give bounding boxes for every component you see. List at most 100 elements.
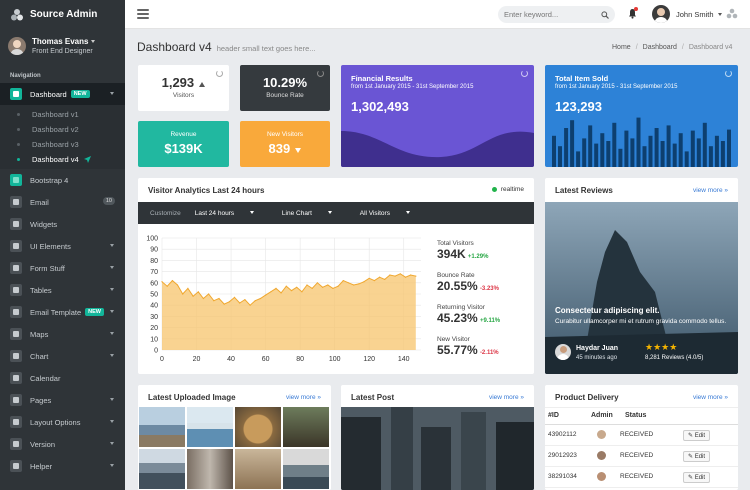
edit-button[interactable]: ✎ Edit [683, 472, 711, 483]
review-headline: Consectetur adipiscing elit. [555, 306, 660, 315]
sidebar-item-helper[interactable]: Helper [0, 455, 125, 477]
refresh-icon[interactable] [521, 70, 528, 77]
dropdown-label: Last 24 hours [194, 209, 235, 217]
sold-bar [702, 122, 707, 167]
reviews-title: Latest Reviews [555, 186, 613, 195]
sidebar-item-tables[interactable]: Tables [0, 279, 125, 301]
refresh-icon[interactable] [725, 70, 732, 77]
view-more-link[interactable]: view more » [489, 394, 524, 401]
sidebar-item-bootstrap[interactable]: Bootstrap 4 [0, 169, 125, 191]
data-point [389, 274, 391, 276]
data-point [218, 297, 220, 300]
star-icon: ★ [645, 342, 654, 352]
image-thumbnail[interactable] [283, 407, 329, 447]
search-box [498, 6, 615, 23]
image-thumbnail[interactable] [139, 449, 185, 489]
view-more-link[interactable]: view more » [693, 394, 728, 401]
sold-bar [684, 151, 689, 167]
sidebar-subitem-dashboard-v3[interactable]: Dashboard v3 [0, 137, 125, 152]
y-tick-label: 0 [154, 348, 158, 355]
envelope-icon [10, 196, 22, 208]
view-more-link[interactable]: view more » [693, 187, 728, 194]
sidebar-subitem-dashboard-v2[interactable]: Dashboard v2 [0, 122, 125, 137]
dropdown-label: All Visitors [359, 209, 390, 217]
count-badge: 10 [102, 197, 115, 205]
financial-period: from 1st January 2015 - 31st September 2… [351, 84, 474, 90]
sold-bar [558, 146, 562, 167]
app-name: Source Admin [30, 9, 98, 20]
post-photo[interactable] [341, 407, 534, 490]
row-status: RECEIVED [620, 452, 654, 459]
chevron-down-icon [717, 13, 722, 16]
image-thumbnail[interactable] [187, 407, 233, 447]
brand[interactable]: Source Admin [0, 0, 125, 29]
visitor-filter-dropdown[interactable]: All Visitors [360, 210, 424, 217]
sidebar-item-label: Helper [30, 461, 53, 471]
visitor-area-chart: 0 10 20 30 40 50 60 70 80 90 100 0 20 40 60 80 100 120 140 [146, 236, 421, 363]
sold-bar [642, 146, 647, 167]
user-menu[interactable]: John Smith [676, 10, 722, 19]
search-icon[interactable] [601, 10, 609, 19]
menu-toggle-icon[interactable] [137, 9, 149, 19]
image-thumbnail[interactable] [235, 407, 281, 447]
sidebar-item-calendar[interactable]: Calendar [0, 367, 125, 389]
delivery-title: Product Delivery [555, 393, 619, 402]
new-visitors-value: 839 [268, 141, 291, 156]
timeframe-dropdown[interactable]: Last 24 hours [195, 210, 268, 217]
dashboard-submenu: Dashboard v1 Dashboard v2 Dashboard v3 D… [0, 105, 125, 169]
edit-button[interactable]: ✎ Edit [683, 451, 711, 462]
sold-bar [624, 130, 629, 167]
data-point [265, 294, 267, 296]
data-point [171, 280, 173, 282]
edit-button[interactable]: ✎ Edit [683, 430, 711, 441]
sidebar-item-form-stuff[interactable]: Form Stuff [0, 257, 125, 279]
settings-icon[interactable] [726, 8, 738, 20]
sidebar-item-maps[interactable]: Maps [0, 323, 125, 345]
star-icon: ★ [669, 342, 678, 352]
refresh-icon[interactable] [317, 70, 324, 77]
sold-bar [714, 135, 719, 167]
sidebar-item-chart[interactable]: Chart [0, 345, 125, 367]
sidebar-item-email[interactable]: Email 10 [0, 191, 125, 213]
sidebar-item-widgets[interactable]: Widgets [0, 213, 125, 235]
uploads-title: Latest Uploaded Image [148, 393, 236, 402]
data-point [182, 293, 184, 295]
sidebar-item-dashboard[interactable]: Dashboard NEW [0, 83, 125, 105]
data-point [296, 286, 298, 288]
sidebar-profile[interactable]: Thomas Evans Front End Designer [0, 29, 125, 63]
review-text: Curabitur ullamcorper mi et rutrum gravi… [555, 318, 727, 325]
image-thumbnail[interactable] [235, 449, 281, 489]
edit-icon: ✎ [688, 433, 694, 439]
search-input[interactable] [504, 10, 601, 19]
breadcrumb-dashboard[interactable]: Dashboard [643, 44, 677, 51]
sidebar-subitem-dashboard-v1[interactable]: Dashboard v1 [0, 107, 125, 122]
table-header: #ID Admin Status [545, 407, 738, 425]
refresh-icon[interactable] [216, 70, 223, 77]
sidebar-item-ui-elements[interactable]: UI Elements [0, 235, 125, 257]
image-thumbnail[interactable] [139, 407, 185, 447]
sidebar-item-pages[interactable]: Pages [0, 389, 125, 411]
breadcrumb-home[interactable]: Home [612, 44, 631, 51]
sold-bar [600, 133, 605, 167]
y-tick-label: 40 [150, 303, 158, 310]
sidebar-item-email-template[interactable]: Email Template NEW [0, 301, 125, 323]
visitors-value: 1,293 [161, 75, 195, 90]
profile-role: Front End Designer [32, 48, 93, 55]
realtime-indicator: realtime [491, 186, 524, 193]
breadcrumb-current: Dashboard v4 [688, 44, 733, 51]
y-tick-label: 50 [150, 292, 158, 299]
review-time: 45 minutes ago [576, 355, 618, 361]
user-avatar[interactable] [652, 5, 670, 23]
view-more-link[interactable]: view more » [286, 394, 321, 401]
image-thumbnail[interactable] [283, 449, 329, 489]
chart-type-dropdown[interactable]: Line Chart [282, 210, 346, 217]
star-icon: ★ [653, 342, 662, 352]
sidebar-subitem-dashboard-v4[interactable]: Dashboard v4 [0, 152, 125, 167]
stat-returning-visitor: Returning Visitor 45.23% +9.11% [437, 304, 529, 336]
sidebar-item-layout-options[interactable]: Layout Options [0, 411, 125, 433]
send-icon [83, 156, 91, 163]
sidebar-item-version[interactable]: Version [0, 433, 125, 455]
y-tick-label: 80 [150, 258, 158, 265]
breadcrumb-separator: / [681, 44, 684, 51]
image-thumbnail[interactable] [187, 449, 233, 489]
